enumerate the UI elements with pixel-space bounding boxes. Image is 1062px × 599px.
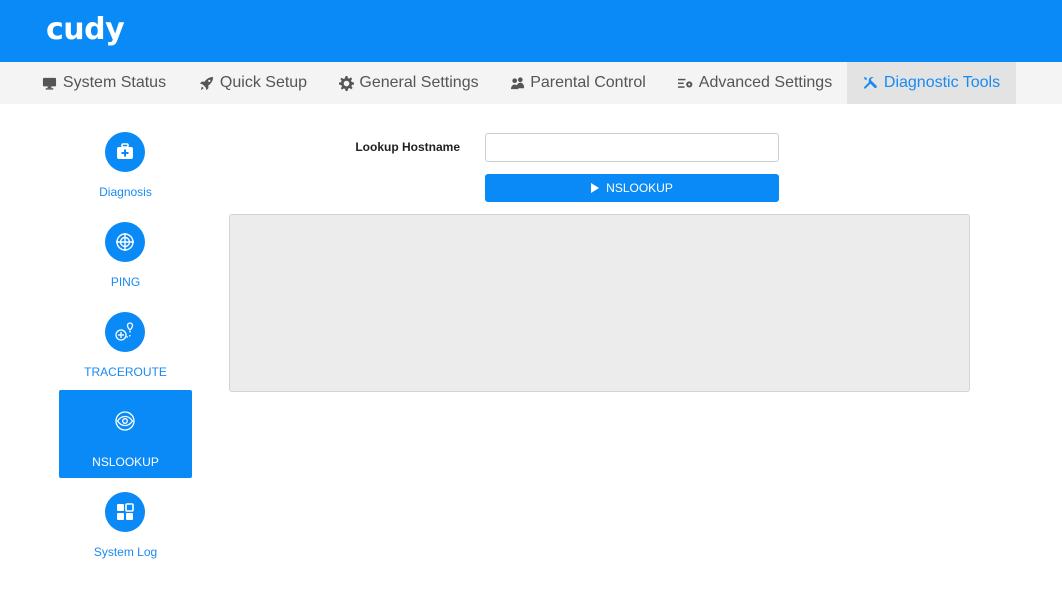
tab-advanced-settings[interactable]: Advanced Settings	[670, 62, 840, 104]
top-navigation: System Status Quick Setup General Settin…	[0, 62, 1062, 104]
nslookup-button-label: NSLOOKUP	[606, 181, 673, 195]
tab-diagnostic-tools[interactable]: Diagnostic Tools	[847, 62, 1016, 104]
tab-quick-setup[interactable]: Quick Setup	[190, 62, 316, 104]
tools-icon	[863, 75, 879, 91]
tab-general-settings[interactable]: General Settings	[331, 62, 486, 104]
sidebar-item-system-log[interactable]: System Log	[59, 490, 192, 578]
header-bar: cudy	[0, 0, 1062, 62]
tab-label: System Status	[62, 74, 167, 91]
route-icon	[105, 312, 145, 352]
tab-label: Parental Control	[530, 74, 646, 91]
list-gear-icon	[678, 75, 694, 91]
tab-label: General Settings	[359, 74, 479, 91]
play-icon	[591, 183, 600, 193]
grid-icon	[105, 492, 145, 532]
users-icon	[509, 75, 525, 91]
monitor-icon	[42, 75, 58, 91]
lookup-hostname-label: Lookup Hostname	[355, 140, 460, 154]
sidebar-item-ping[interactable]: PING	[59, 220, 192, 308]
sidebar-item-traceroute[interactable]: TRACEROUTE	[59, 310, 192, 398]
hostname-input[interactable]	[485, 133, 779, 162]
tab-label: Diagnostic Tools	[883, 74, 1001, 91]
tab-label: Quick Setup	[219, 74, 308, 91]
gear-icon	[338, 75, 354, 91]
tab-parental-control[interactable]: Parental Control	[500, 62, 655, 104]
medkit-icon	[105, 132, 145, 172]
sidebar-item-diagnosis[interactable]: Diagnosis	[59, 130, 192, 218]
rocket-icon	[199, 75, 215, 91]
sidebar-item-label: NSLOOKUP	[92, 455, 159, 469]
sidebar-item-label: Diagnosis	[99, 185, 152, 199]
output-panel	[229, 214, 970, 392]
sidebar-item-nslookup[interactable]: NSLOOKUP	[59, 390, 192, 478]
sidebar-item-label: PING	[110, 275, 141, 289]
eye-icon	[105, 401, 145, 441]
crosshair-icon	[105, 222, 145, 262]
sidebar-item-label: TRACEROUTE	[84, 365, 167, 379]
tab-system-status[interactable]: System Status	[30, 62, 178, 104]
tab-label: Advanced Settings	[698, 74, 833, 91]
nslookup-button[interactable]: NSLOOKUP	[485, 174, 779, 202]
cudy-logo[interactable]: cudy	[46, 12, 125, 47]
sidebar-item-label: System Log	[93, 545, 158, 559]
